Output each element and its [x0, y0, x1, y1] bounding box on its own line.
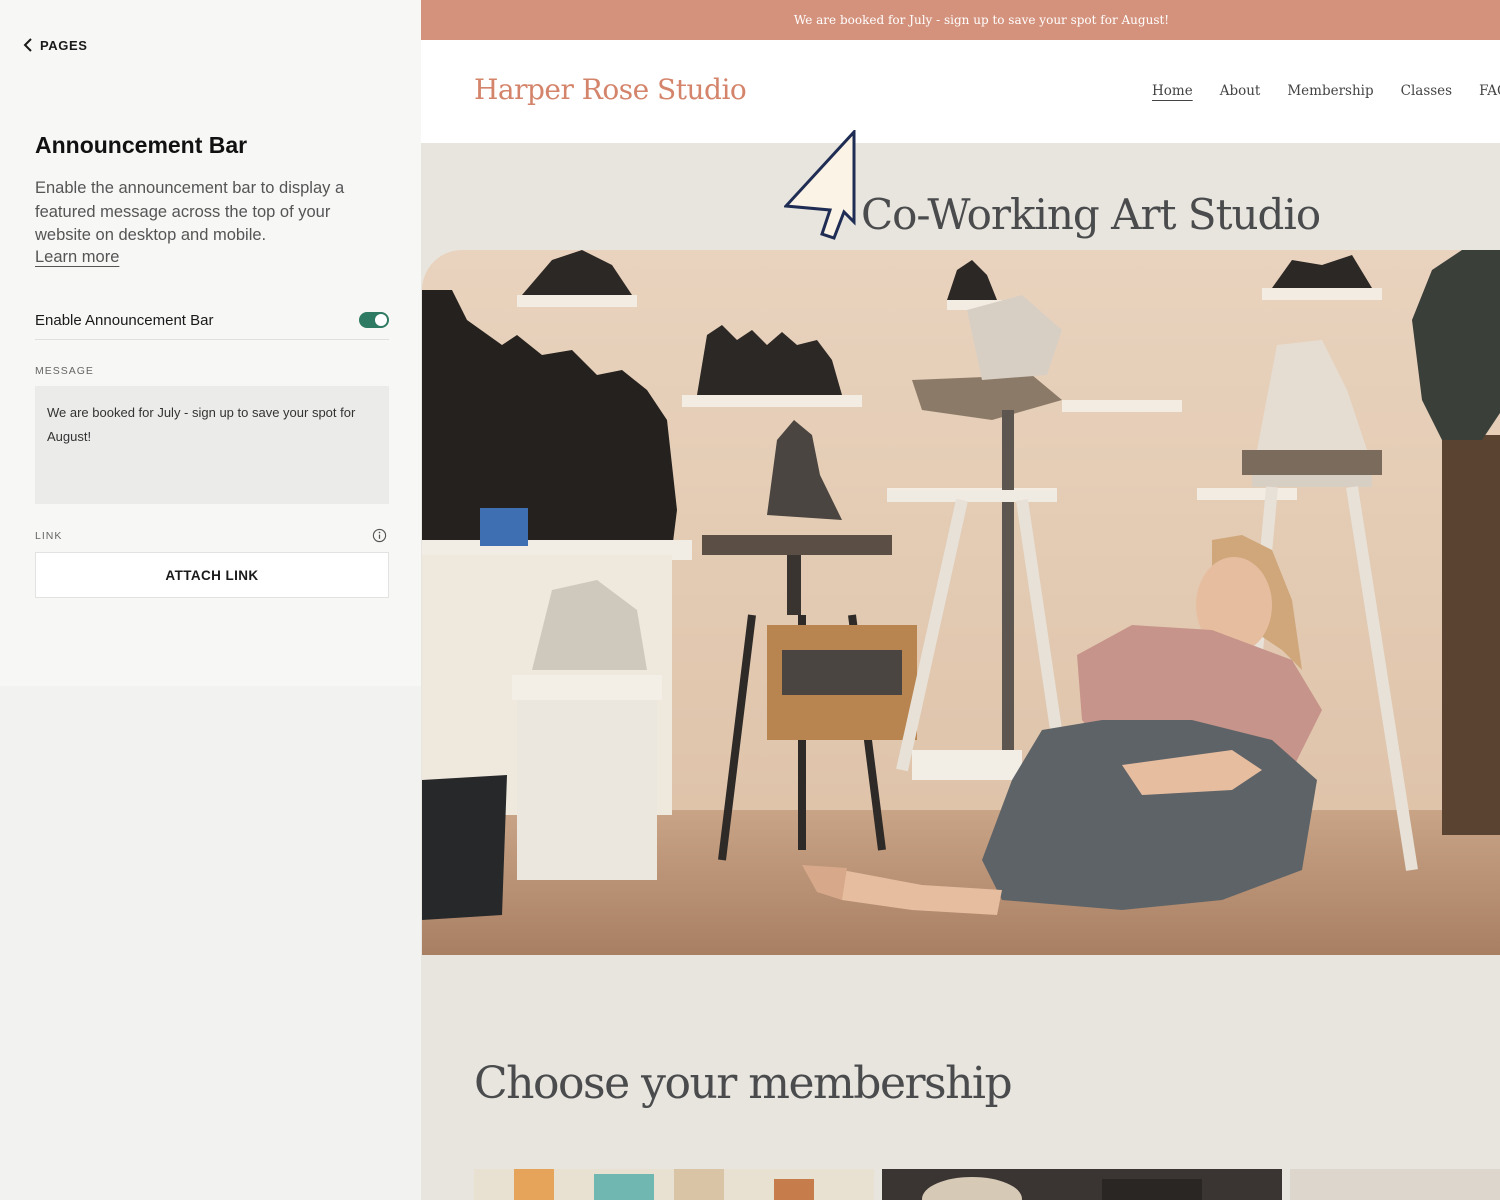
- nav-about[interactable]: About: [1220, 83, 1261, 99]
- chevron-left-icon: [23, 38, 32, 52]
- back-to-pages-button[interactable]: PAGES: [22, 37, 88, 53]
- panel-title: Announcement Bar: [35, 132, 248, 158]
- announcement-bar[interactable]: We are booked for July - sign up to save…: [421, 0, 1500, 40]
- enable-announcement-row: Enable Announcement Bar: [35, 306, 389, 340]
- enable-announcement-toggle[interactable]: [359, 312, 389, 328]
- nav-home[interactable]: Home: [1152, 83, 1193, 99]
- message-input[interactable]: We are booked for July - sign up to save…: [35, 386, 389, 504]
- link-section-label: LINK: [35, 530, 63, 542]
- membership-card-1[interactable]: [474, 1169, 874, 1200]
- membership-card-3[interactable]: [1290, 1169, 1500, 1200]
- nav-classes[interactable]: Classes: [1401, 83, 1452, 99]
- attach-link-button[interactable]: ATTACH LINK: [35, 552, 389, 598]
- card-1-image: [474, 1169, 874, 1200]
- site-header: Harper Rose Studio Home About Membership…: [421, 40, 1500, 143]
- studio-photo: [422, 250, 1500, 955]
- website-preview: We are booked for July - sign up to save…: [421, 0, 1500, 1200]
- panel-description: Enable the announcement bar to display a…: [35, 179, 345, 244]
- hero-title: Co-Working Art Studio: [861, 190, 1321, 239]
- membership-section-title: Choose your membership: [474, 1058, 1013, 1109]
- info-icon[interactable]: [372, 528, 387, 543]
- hero-image: [422, 250, 1500, 955]
- announcement-text: We are booked for July - sign up to save…: [793, 13, 1170, 27]
- cursor-icon: [784, 130, 856, 240]
- enable-announcement-label: Enable Announcement Bar: [35, 312, 214, 329]
- editor-panel: PAGES Announcement Bar Enable the announ…: [0, 0, 421, 1200]
- learn-more-link[interactable]: Learn more: [35, 248, 119, 267]
- membership-card-2[interactable]: [882, 1169, 1282, 1200]
- site-logo[interactable]: Harper Rose Studio: [474, 73, 747, 106]
- site-nav: Home About Membership Classes FAQs: [1152, 83, 1500, 99]
- nav-membership[interactable]: Membership: [1287, 83, 1373, 99]
- toggle-knob: [375, 314, 387, 326]
- nav-faqs[interactable]: FAQs: [1479, 83, 1500, 99]
- card-2-image: [882, 1169, 1282, 1200]
- editor-panel-content: PAGES Announcement Bar Enable the announ…: [0, 0, 421, 686]
- message-section-label: MESSAGE: [35, 365, 94, 377]
- back-label: PAGES: [40, 37, 88, 53]
